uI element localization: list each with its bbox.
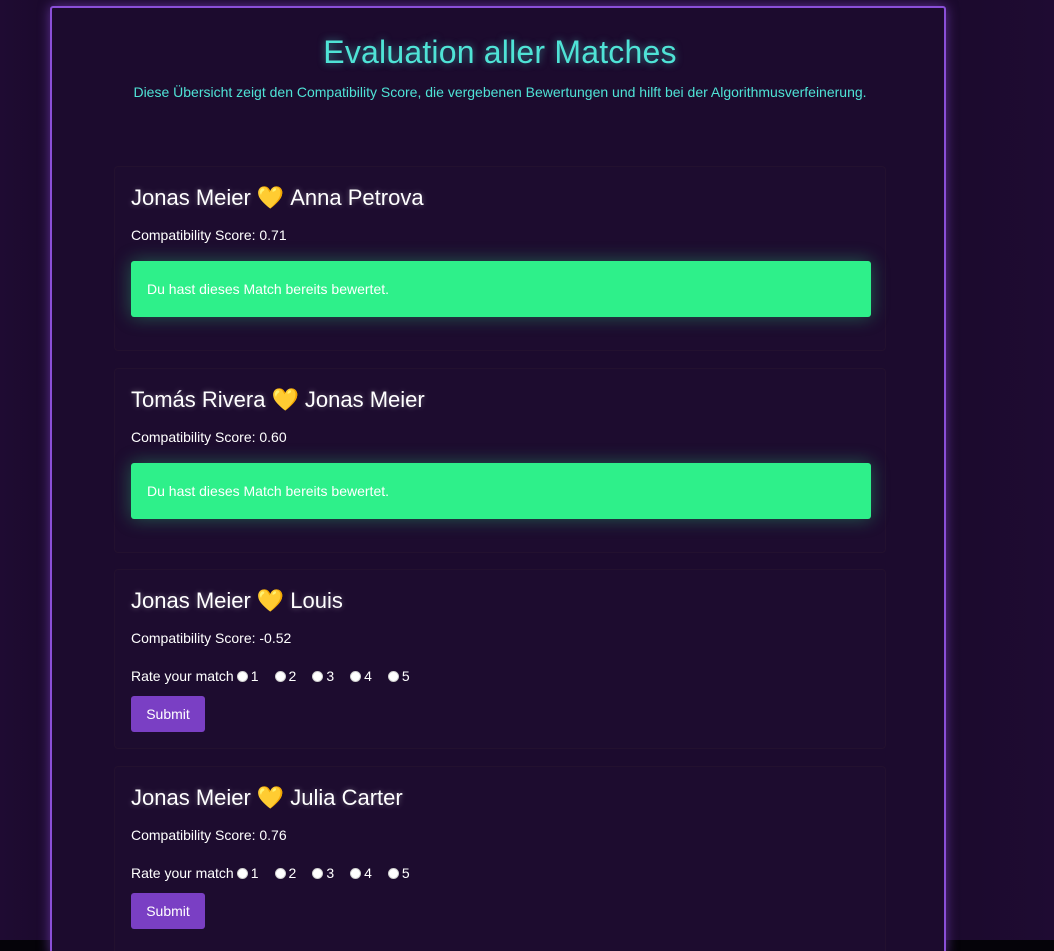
handshake-icon: 💛 — [256, 785, 285, 810]
rating-option-label: 3 — [326, 668, 335, 684]
rating-radio-5[interactable] — [387, 867, 399, 879]
rating-radio-3[interactable] — [312, 867, 324, 879]
already-rated-text: Du hast dieses Match bereits bewertet. — [147, 483, 390, 499]
match-card: Jonas Meier 💛 Julia Carter Compatibility S… — [114, 766, 886, 951]
rating-radio-1[interactable] — [236, 670, 248, 682]
person-b-name: Louis — [290, 588, 343, 613]
match-card: Tomás Rivera 💛 Jonas Meier Compatibility S… — [114, 368, 886, 553]
submit-button[interactable]: Submit — [131, 696, 205, 732]
person-b-name: Anna Petrova — [290, 185, 424, 210]
compatibility-score: Compatibility Score: -0.52 — [131, 630, 292, 646]
already-rated-notice: Du hast dieses Match bereits bewertet. — [131, 463, 871, 519]
person-a-name: Jonas Meier — [131, 588, 251, 613]
handshake-icon: 💛 — [271, 387, 299, 412]
rating-form: Rate your match 1 2 3 4 5 — [131, 668, 423, 684]
match-title: Jonas Meier 💛 Julia Carter — [131, 785, 403, 811]
person-b-name: Julia Carter — [290, 785, 403, 810]
person-b-name: Jonas Meier — [304, 387, 425, 412]
rating-radio-1[interactable] — [236, 867, 248, 879]
rating-option-label: 2 — [288, 865, 297, 881]
handshake-icon: 💛 — [256, 588, 285, 613]
match-title: Jonas Meier 💛 Anna Petrova — [131, 185, 424, 211]
compatibility-score: Compatibility Score: 0.71 — [131, 227, 287, 243]
rating-form: Rate your match 1 2 3 4 5 — [131, 865, 423, 881]
rating-radio-2[interactable] — [274, 670, 286, 682]
rating-option-label: 2 — [288, 668, 297, 684]
rating-option-label: 3 — [326, 865, 335, 881]
page-title: Evaluation aller Matches — [323, 34, 677, 70]
person-a-name: Tomás Rivera — [131, 387, 266, 412]
evaluation-panel: Evaluation aller Matches Diese Übersicht… — [50, 6, 946, 951]
rating-radio-5[interactable] — [387, 670, 399, 682]
submit-button[interactable]: Submit — [131, 893, 205, 929]
handshake-icon: 💛 — [256, 185, 285, 210]
match-title: Jonas Meier 💛 Louis — [131, 588, 343, 614]
rate-label: Rate your match — [131, 865, 234, 881]
match-title: Tomás Rivera 💛 Jonas Meier — [131, 387, 425, 413]
rating-option-label: 1 — [250, 668, 259, 684]
rating-option-label: 4 — [364, 668, 372, 684]
compatibility-score: Compatibility Score: 0.76 — [131, 827, 287, 843]
already-rated-text: Du hast dieses Match bereits bewertet. — [147, 281, 390, 297]
already-rated-notice: Du hast dieses Match bereits bewertet. — [131, 261, 871, 317]
person-a-name: Jonas Meier — [131, 785, 251, 810]
rating-option-label: 5 — [401, 865, 410, 881]
rating-option-label: 4 — [364, 865, 372, 881]
compatibility-score: Compatibility Score: 0.60 — [131, 429, 287, 445]
rating-option-label: 5 — [401, 668, 410, 684]
rating-option-label: 1 — [250, 865, 259, 881]
rating-radio-2[interactable] — [274, 867, 286, 879]
match-card: Jonas Meier 💛 Louis Compatibility Score: -… — [114, 569, 886, 749]
rate-label: Rate your match — [131, 668, 234, 684]
rating-radio-4[interactable] — [350, 867, 362, 879]
match-card: Jonas Meier 💛 Anna Petrova Compatibility S… — [114, 166, 886, 351]
rating-radio-3[interactable] — [312, 670, 324, 682]
rating-radio-4[interactable] — [350, 670, 362, 682]
person-a-name: Jonas Meier — [131, 185, 251, 210]
page-subtitle: Diese Übersicht zeigt den Compatibility … — [133, 84, 867, 100]
